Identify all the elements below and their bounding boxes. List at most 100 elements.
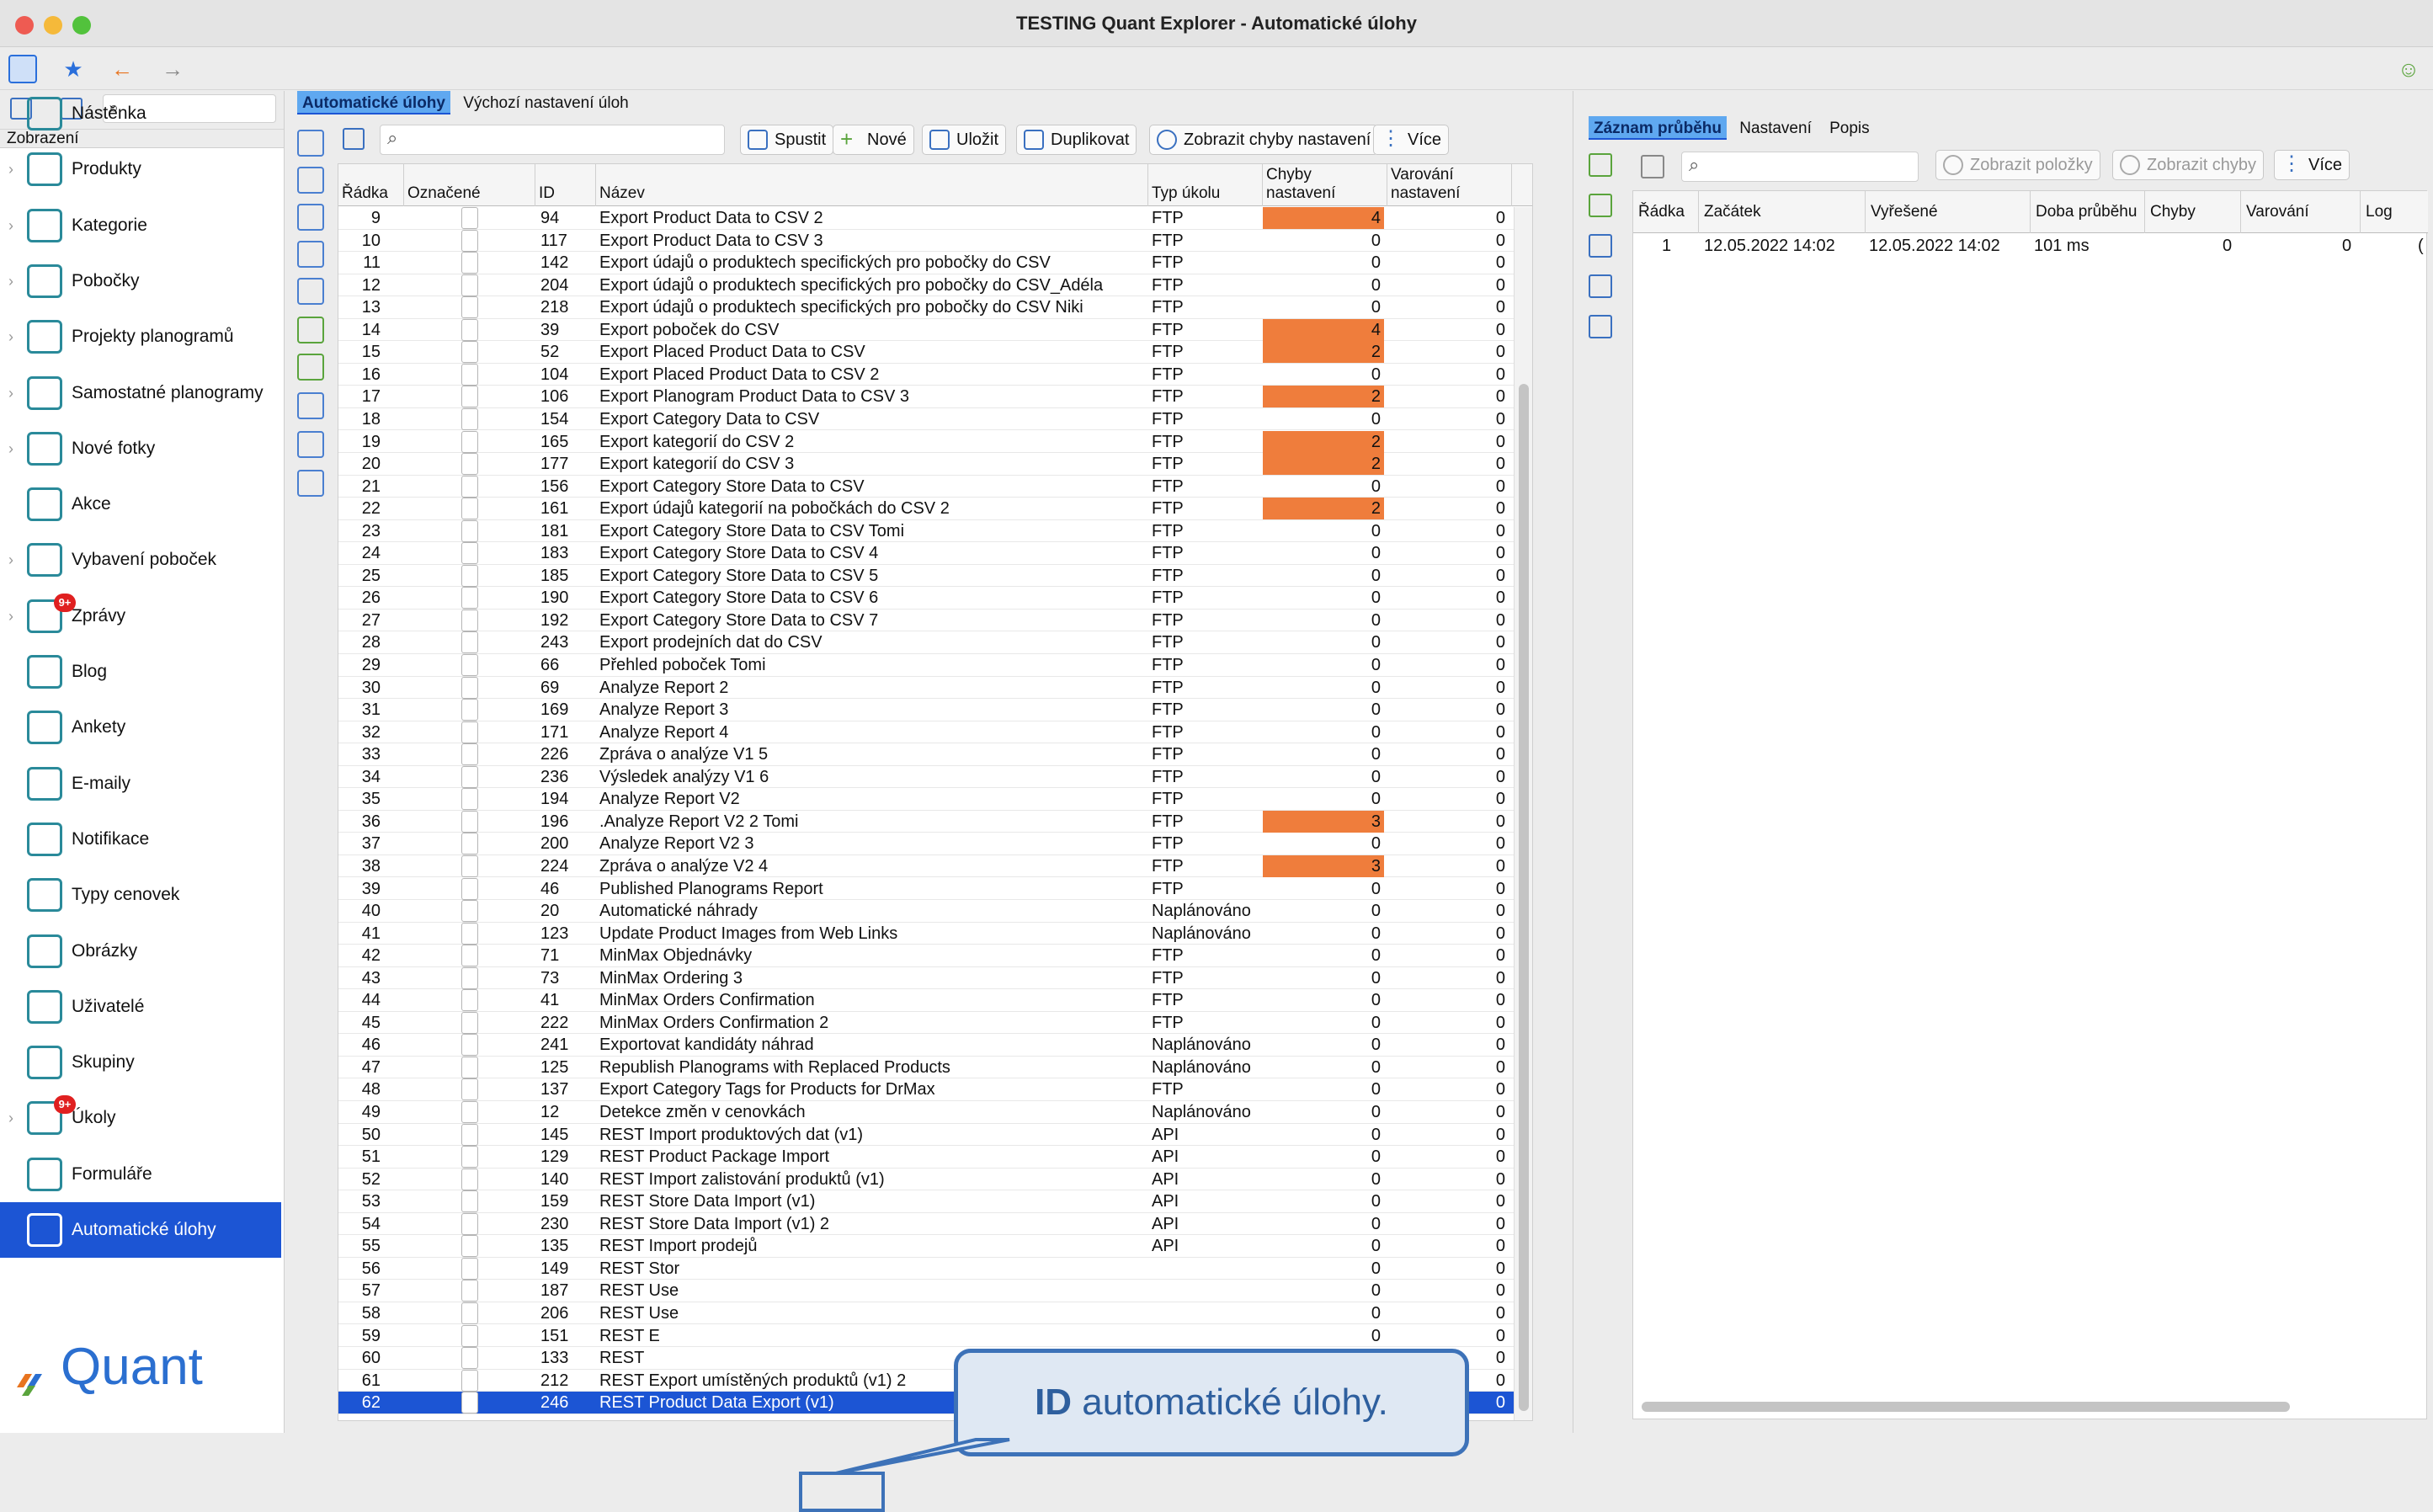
row-checkbox[interactable] bbox=[461, 296, 478, 319]
row-checkbox[interactable] bbox=[461, 1146, 478, 1169]
table-row[interactable]: 46 241 Exportovat kandidáty náhrad Naplánov… bbox=[338, 1034, 1532, 1057]
table-row[interactable]: 28 243 Export prodejních dat do CSV FTP 0 0 bbox=[338, 631, 1532, 654]
table-row[interactable]: 57 187 REST Use 0 0 bbox=[338, 1280, 1532, 1302]
col-header-id[interactable]: ID bbox=[535, 164, 596, 206]
row-checkbox[interactable] bbox=[461, 363, 478, 386]
run-button[interactable]: Spustit bbox=[740, 125, 834, 155]
table-row[interactable]: 32 171 Analyze Report 4 FTP 0 0 bbox=[338, 721, 1532, 744]
row-checkbox[interactable] bbox=[461, 1324, 478, 1347]
sidebar-item-9[interactable]: › Zprávy 9+ bbox=[0, 588, 281, 644]
log-search-input[interactable]: ⌕ bbox=[1681, 152, 1919, 182]
tab-run-log[interactable]: Záznam průběhu bbox=[1589, 116, 1728, 140]
table-row[interactable]: 42 71 MinMax Objednávky FTP 0 0 bbox=[338, 945, 1532, 967]
table-row[interactable]: 29 66 Přehled poboček Tomi FTP 0 0 bbox=[338, 654, 1532, 677]
table-row[interactable]: 27 192 Export Category Store Data to CSV 7… bbox=[338, 609, 1532, 632]
row-checkbox[interactable] bbox=[461, 1302, 478, 1324]
sidebar-item-0[interactable]: Nástěnka bbox=[0, 86, 281, 141]
sidebar-item-2[interactable]: › Kategorie bbox=[0, 198, 281, 253]
table-row[interactable]: 58 206 REST Use 0 0 bbox=[338, 1302, 1532, 1325]
row-checkbox[interactable] bbox=[461, 676, 478, 699]
log-col-start[interactable]: Začátek bbox=[1699, 191, 1866, 233]
chart-icon[interactable] bbox=[1589, 315, 1612, 338]
more-button[interactable]: ⋮ Více bbox=[2274, 150, 2350, 180]
table-row[interactable]: 18 154 Export Category Data to CSV FTP 0 0 bbox=[338, 407, 1532, 431]
table-row[interactable]: 12 204 Export údajů o produktech specifick… bbox=[338, 274, 1532, 297]
table-row[interactable]: 15 52 Export Placed Product Data to CSV FTP… bbox=[338, 341, 1532, 364]
row-checkbox[interactable] bbox=[461, 229, 478, 252]
row-checkbox[interactable] bbox=[461, 833, 478, 855]
run-flag-icon[interactable] bbox=[297, 241, 324, 268]
row-checkbox[interactable] bbox=[461, 1212, 478, 1235]
sidebar-item-15[interactable]: Obrázky bbox=[0, 924, 281, 979]
row-checkbox[interactable] bbox=[461, 1056, 478, 1078]
vertical-scrollbar[interactable] bbox=[1514, 207, 1532, 1420]
row-checkbox[interactable] bbox=[461, 945, 478, 967]
table-row[interactable]: 47 125 Republish Planograms with Replaced … bbox=[338, 1056, 1532, 1079]
table-row[interactable]: 22 161 Export údajů kategorií na pobočkách… bbox=[338, 498, 1532, 520]
table-row[interactable]: 20 177 Export kategorií do CSV 3 FTP 2 0 bbox=[338, 453, 1532, 476]
row-checkbox[interactable] bbox=[461, 1011, 478, 1034]
row-checkbox[interactable] bbox=[461, 587, 478, 610]
tab-settings[interactable]: Nastavení bbox=[1734, 116, 1817, 140]
row-checkbox[interactable] bbox=[461, 564, 478, 587]
list-icon[interactable] bbox=[297, 278, 324, 305]
table-row[interactable]: 51 129 REST Product Package Import API 0 0 bbox=[338, 1146, 1532, 1169]
help-icon[interactable] bbox=[297, 204, 324, 231]
forward-arrow-icon[interactable]: → bbox=[158, 55, 187, 83]
row-checkbox[interactable] bbox=[461, 1257, 478, 1280]
log-col-duration[interactable]: Doba průběhu bbox=[2031, 191, 2145, 233]
row-checkbox[interactable] bbox=[461, 1369, 478, 1392]
row-checkbox[interactable] bbox=[461, 609, 478, 631]
excel-import-icon[interactable] bbox=[1589, 194, 1612, 217]
task-search-input[interactable]: ⌕ bbox=[380, 125, 725, 155]
chevron-right-icon[interactable]: › bbox=[8, 588, 13, 644]
chevron-right-icon[interactable]: › bbox=[8, 253, 13, 309]
chart-icon[interactable] bbox=[297, 470, 324, 497]
chevron-right-icon[interactable]: › bbox=[8, 141, 13, 197]
csv-icon[interactable] bbox=[1589, 234, 1612, 258]
col-header-name[interactable]: Název bbox=[596, 164, 1148, 206]
excel-export-icon[interactable] bbox=[1589, 153, 1612, 177]
table-row[interactable]: 53 159 REST Store Data Import (v1) API 0 0 bbox=[338, 1190, 1532, 1213]
more-button[interactable]: ⋮ Více bbox=[1373, 125, 1450, 155]
smiley-icon[interactable]: ☺ bbox=[2394, 55, 2423, 83]
excel-export-icon[interactable] bbox=[297, 317, 324, 343]
table-row[interactable]: 19 165 Export kategorií do CSV 2 FTP 2 0 bbox=[338, 430, 1532, 453]
sidebar-item-8[interactable]: › Vybavení poboček bbox=[0, 532, 281, 588]
table-row[interactable]: 23 181 Export Category Store Data to CSV T… bbox=[338, 519, 1532, 543]
row-checkbox[interactable] bbox=[461, 1123, 478, 1146]
log-row[interactable]: 1 12.05.2022 14:02 12.05.2022 14:02 101 … bbox=[1633, 235, 2428, 257]
table-row[interactable]: 59 151 REST E 0 0 bbox=[338, 1324, 1532, 1347]
tab-automatic-tasks[interactable]: Automatické úlohy bbox=[297, 91, 450, 114]
show-errors-button[interactable]: Zobrazit chyby bbox=[2112, 150, 2265, 180]
sidebar-item-10[interactable]: Blog bbox=[0, 644, 281, 700]
table-row[interactable]: 35 194 Analyze Report V2 FTP 0 0 bbox=[338, 788, 1532, 811]
sidebar-item-18[interactable]: › Úkoly 9+ bbox=[0, 1090, 281, 1146]
col-header-marked[interactable]: Označené bbox=[404, 164, 535, 206]
table-row[interactable]: 36 196 .Analyze Report V2 2 Tomi FTP 3 0 bbox=[338, 810, 1532, 833]
col-header-task-type[interactable]: Typ úkolu bbox=[1148, 164, 1263, 206]
row-checkbox[interactable] bbox=[461, 1078, 478, 1101]
table-row[interactable]: 48 137 Export Category Tags for Products f… bbox=[338, 1078, 1532, 1101]
row-checkbox[interactable] bbox=[461, 498, 478, 520]
tab-description[interactable]: Popis bbox=[1824, 116, 1875, 140]
table-row[interactable]: 31 169 Analyze Report 3 FTP 0 0 bbox=[338, 699, 1532, 721]
row-checkbox[interactable] bbox=[461, 318, 478, 341]
log-col-errors[interactable]: Chyby bbox=[2145, 191, 2241, 233]
row-checkbox[interactable] bbox=[461, 1235, 478, 1258]
table-row[interactable]: 11 142 Export údajů o produktech specifick… bbox=[338, 252, 1532, 274]
table-row[interactable]: 45 222 MinMax Orders Confirmation 2 FTP 0 0 bbox=[338, 1011, 1532, 1035]
log-col-warnings[interactable]: Varování bbox=[2241, 191, 2361, 233]
row-checkbox[interactable] bbox=[461, 1347, 478, 1370]
col-header-setting-errors[interactable]: Chyby nastavení bbox=[1263, 164, 1387, 206]
save-button[interactable]: Uložit bbox=[922, 125, 1007, 155]
copy-icon[interactable] bbox=[297, 167, 324, 194]
row-checkbox[interactable] bbox=[461, 1168, 478, 1190]
row-checkbox[interactable] bbox=[461, 765, 478, 788]
row-checkbox[interactable] bbox=[461, 721, 478, 743]
favorites-star-icon[interactable]: ★ bbox=[59, 55, 88, 83]
col-header-setting-warnings[interactable]: Varování nastavení bbox=[1387, 164, 1512, 206]
row-checkbox[interactable] bbox=[461, 519, 478, 542]
sidebar-item-16[interactable]: Uživatelé bbox=[0, 979, 281, 1035]
table-row[interactable]: 54 230 REST Store Data Import (v1) 2 API 0 0 bbox=[338, 1212, 1532, 1236]
